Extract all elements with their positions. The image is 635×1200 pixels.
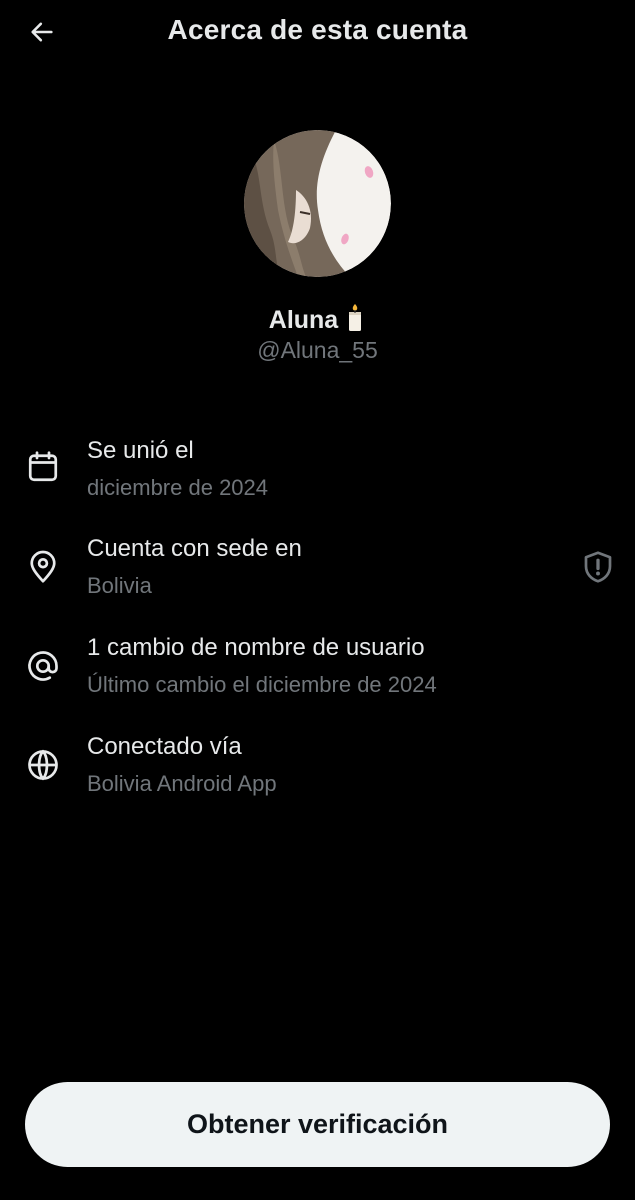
- info-row-joined: Se unió el diciembre de 2024: [0, 437, 635, 507]
- info-row-username-changes: 1 cambio de nombre de usuario Último cam…: [0, 634, 635, 704]
- candle-emoji: [344, 303, 366, 338]
- info-title: 1 cambio de nombre de usuario: [87, 634, 425, 661]
- get-verified-button[interactable]: Obtener verificación: [25, 1082, 610, 1167]
- info-title: Conectado vía: [87, 733, 242, 760]
- info-title: Cuenta con sede en: [87, 535, 302, 562]
- shield-alert-icon[interactable]: [580, 549, 616, 585]
- info-row-connected-via: Conectado vía Bolivia Android App: [0, 733, 635, 803]
- info-subtitle: Bolivia Android App: [87, 771, 277, 796]
- page-title: Acerca de esta cuenta: [167, 14, 468, 45]
- avatar[interactable]: [244, 130, 391, 277]
- top-bar: Acerca de esta cuenta: [0, 0, 635, 64]
- display-name: Aluna: [0, 303, 635, 338]
- info-subtitle: diciembre de 2024: [87, 475, 269, 500]
- info-row-location: Cuenta con sede en Bolivia: [0, 535, 635, 605]
- globe-icon: [25, 747, 61, 783]
- info-title: Se unió el: [87, 437, 194, 464]
- calendar-icon: [25, 449, 61, 485]
- handle: @Aluna_55: [257, 337, 378, 363]
- at-sign-icon: [25, 648, 61, 684]
- info-subtitle: Bolivia: [87, 573, 152, 598]
- location-pin-icon: [25, 549, 61, 585]
- info-subtitle: Último cambio el diciembre de 2024: [87, 672, 437, 697]
- display-name-text: Aluna: [268, 306, 339, 334]
